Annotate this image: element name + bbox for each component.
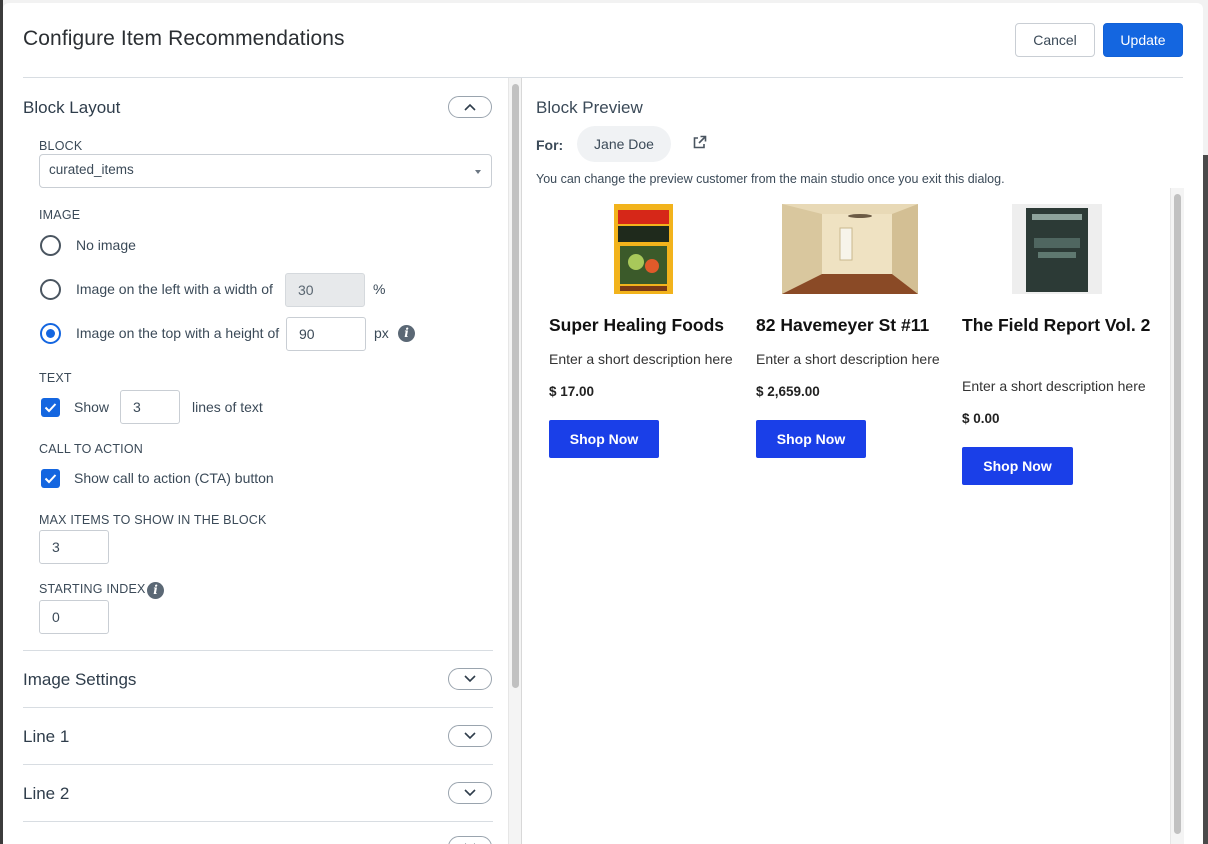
image-width-input[interactable]: 30: [285, 273, 365, 307]
room-photo-image: [782, 204, 918, 294]
starting-index-label: STARTING INDEX: [39, 582, 146, 596]
radio-image-left[interactable]: [40, 279, 61, 300]
max-items-label: MAX ITEMS TO SHOW IN THE BLOCK: [39, 513, 267, 527]
expand-toggle[interactable]: [448, 668, 492, 690]
book-cover-image: [614, 204, 673, 294]
product-image: [782, 204, 918, 294]
product-image: [1012, 204, 1102, 294]
chevron-down-icon: [464, 675, 476, 683]
checkmark-icon: [44, 474, 57, 484]
section-divider: [23, 764, 493, 765]
image-settings-header[interactable]: Image Settings: [23, 668, 493, 698]
product-name: 82 Havemeyer St #11: [756, 315, 930, 335]
product-price: $ 0.00: [962, 411, 1000, 426]
starting-index-input[interactable]: 0: [39, 600, 109, 634]
shop-now-button[interactable]: Shop Now: [549, 420, 659, 458]
chevron-up-icon: [464, 103, 476, 111]
show-cta-label: Show call to action (CTA) button: [74, 470, 274, 486]
update-button[interactable]: Update: [1103, 23, 1183, 57]
product-name: Super Healing Foods: [549, 315, 725, 335]
scrollbar-thumb[interactable]: [1174, 194, 1181, 834]
image-height-unit: px: [374, 325, 389, 341]
expand-toggle[interactable]: [448, 725, 492, 747]
block-layout-header[interactable]: Block Layout: [23, 96, 493, 126]
show-cta-checkbox[interactable]: [41, 469, 60, 488]
block-select[interactable]: curated_items: [39, 154, 492, 188]
block-layout-title: Block Layout: [23, 98, 121, 117]
radio-image-top[interactable]: [40, 323, 61, 344]
info-icon[interactable]: i: [147, 582, 164, 599]
chevron-down-icon: [464, 789, 476, 797]
preview-customer[interactable]: Jane Doe: [577, 126, 671, 162]
max-items-input[interactable]: 3: [39, 530, 109, 564]
cancel-button[interactable]: Cancel: [1015, 23, 1095, 57]
radio-no-image-label: No image: [76, 237, 136, 253]
chevron-down-icon: [464, 732, 476, 740]
caret-down-icon: [475, 170, 481, 174]
cta-label: CALL TO ACTION: [39, 442, 143, 456]
settings-scrollbar[interactable]: [508, 78, 522, 844]
product-description: Enter a short description here: [962, 378, 1146, 394]
preview-scrollbar[interactable]: [1170, 188, 1184, 844]
product-price: $ 2,659.00: [756, 384, 820, 399]
product-price: $ 17.00: [549, 384, 595, 399]
line-2-title: Line 2: [23, 784, 70, 803]
section-divider: [23, 650, 493, 651]
preview-note: You can change the preview customer from…: [536, 172, 1005, 186]
show-text-checkbox[interactable]: [41, 398, 60, 417]
line-1-header[interactable]: Line 1: [23, 725, 493, 755]
product-description: Enter a short description here: [549, 351, 733, 367]
radio-image-left-label: Image on the left with a width of: [76, 281, 273, 297]
configure-dialog: Configure Item Recommendations Cancel Up…: [3, 3, 1203, 844]
section-divider: [23, 821, 493, 822]
text-label: TEXT: [39, 371, 72, 385]
settings-panel: Block Layout BLOCK curated_items IMAGE N…: [23, 78, 493, 844]
image-settings-title: Image Settings: [23, 670, 137, 689]
magazine-cover-image: [1012, 204, 1102, 294]
radio-no-image[interactable]: [40, 235, 61, 256]
text-lines-suffix: lines of text: [192, 399, 263, 415]
expand-toggle[interactable]: [448, 782, 492, 804]
image-height-input[interactable]: 90: [286, 317, 366, 351]
image-label: IMAGE: [39, 208, 81, 222]
scrollbar-thumb[interactable]: [512, 84, 519, 688]
block-select-value: curated_items: [49, 162, 134, 177]
block-label: BLOCK: [39, 139, 83, 153]
text-lines-input[interactable]: 3: [120, 390, 180, 424]
info-icon[interactable]: i: [398, 325, 415, 342]
product-image: [614, 204, 673, 294]
preview-panel: Block Preview For: Jane Doe You can chan…: [536, 78, 1186, 844]
line-1-title: Line 1: [23, 727, 70, 746]
section-divider: [23, 707, 493, 708]
dialog-title: Configure Item Recommendations: [23, 27, 345, 50]
for-label: For:: [536, 137, 564, 153]
radio-image-top-label: Image on the top with a height of: [76, 325, 280, 341]
collapse-toggle[interactable]: [448, 96, 492, 118]
expand-toggle[interactable]: [448, 836, 492, 844]
show-text-label: Show: [74, 399, 110, 415]
shop-now-button[interactable]: Shop Now: [756, 420, 866, 458]
external-link-icon[interactable]: [692, 135, 707, 150]
shop-now-button[interactable]: Shop Now: [962, 447, 1073, 485]
preview-title: Block Preview: [536, 98, 643, 117]
product-name: The Field Report Vol. 2: [962, 315, 1151, 335]
checkmark-icon: [44, 403, 57, 413]
image-width-unit: %: [373, 281, 386, 297]
product-description: Enter a short description here: [756, 351, 940, 367]
line-2-header[interactable]: Line 2: [23, 782, 493, 812]
